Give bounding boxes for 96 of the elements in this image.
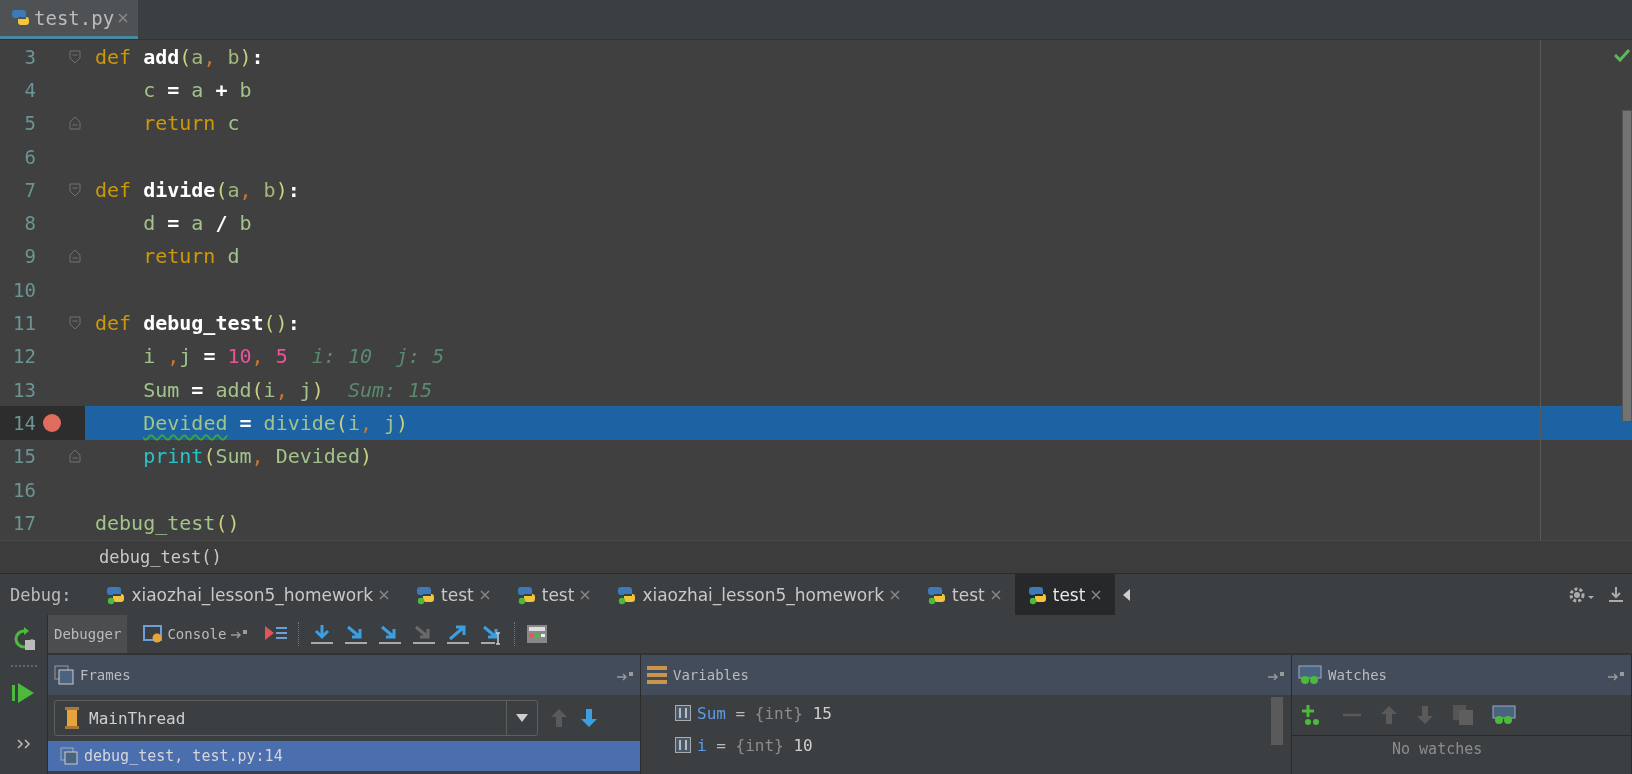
step-into-my-code-icon[interactable] <box>378 623 403 645</box>
debug-session-tab[interactable]: xiaozhai_lesson5_homework <box>604 574 915 615</box>
python-icon <box>1026 584 1047 605</box>
line-number: 6 <box>23 145 36 168</box>
scrollbar[interactable] <box>1622 110 1632 422</box>
code-line: i ,j = 10, 5 i: 10 j: 5 <box>142 344 445 369</box>
line-number: 17 <box>12 511 36 534</box>
step-out-icon[interactable] <box>446 623 471 645</box>
code-line: d = a / b <box>142 211 252 236</box>
console-icon <box>143 625 164 643</box>
frame-row[interactable]: debug_test, test.py:14 <box>48 741 640 771</box>
variables-icon <box>647 666 667 684</box>
thread-dropdown[interactable]: MainThread <box>54 700 538 736</box>
python-icon <box>10 8 30 28</box>
dropdown-arrow-icon <box>516 714 528 722</box>
debug-session-tab[interactable]: test <box>403 574 504 615</box>
debug-session-tab[interactable]: xiaozhai_lesson5_homework <box>93 574 404 615</box>
line-number: 9 <box>23 245 36 268</box>
resume-icon[interactable] <box>11 681 36 705</box>
line-number: 12 <box>12 345 36 368</box>
close-icon[interactable] <box>479 589 490 600</box>
fold-icon[interactable] <box>69 182 81 197</box>
line-number: 7 <box>23 178 36 201</box>
pin-icon[interactable] <box>230 629 249 639</box>
spool-icon <box>65 707 79 729</box>
line-number: 16 <box>12 478 36 501</box>
code-line: def debug_test(): <box>94 311 300 335</box>
copy-icon[interactable] <box>1452 704 1474 726</box>
code-line: def add(a, b): <box>94 44 264 69</box>
close-icon[interactable] <box>1091 589 1102 600</box>
glasses-icon[interactable] <box>1492 705 1516 725</box>
minimize-icon[interactable] <box>1608 584 1624 605</box>
scroll-left-icon[interactable] <box>1123 588 1132 601</box>
python-icon <box>415 584 436 605</box>
line-number: 13 <box>12 378 36 401</box>
variable-entry[interactable]: Sum = {int} 15 <box>697 703 832 723</box>
python-icon <box>515 584 536 605</box>
frame-icon <box>60 747 78 765</box>
close-icon[interactable] <box>890 589 901 600</box>
debug-session-tab[interactable]: test <box>1014 574 1116 615</box>
more-icon[interactable] <box>16 739 31 749</box>
line-number: 4 <box>23 78 36 101</box>
variable-icon <box>675 705 691 721</box>
force-step-into-icon[interactable] <box>412 623 437 645</box>
code-line: def divide(a, b): <box>94 177 300 202</box>
down-arrow-icon[interactable] <box>580 708 598 728</box>
panel-title: Frames <box>80 667 131 683</box>
variable-icon <box>675 737 691 753</box>
debug-session-tab[interactable]: test <box>914 574 1015 615</box>
view-tab[interactable]: Console <box>137 615 255 653</box>
code-line: c = a + b <box>142 77 252 102</box>
close-icon[interactable] <box>580 589 591 600</box>
empty-message: No watches <box>1391 739 1484 758</box>
close-icon[interactable] <box>118 13 129 23</box>
line-number: 10 <box>12 278 36 301</box>
python-icon <box>616 584 637 605</box>
breadcrumb[interactable]: debug_test() <box>99 547 222 567</box>
check-icon <box>1614 48 1630 64</box>
line-number: 5 <box>23 112 36 135</box>
line-number: 8 <box>23 212 36 235</box>
pin-icon[interactable] <box>1267 670 1285 681</box>
fold-icon[interactable] <box>69 116 81 131</box>
pin-icon[interactable] <box>1607 670 1625 681</box>
line-number: 15 <box>12 445 36 468</box>
panel-title: Watches <box>1328 667 1387 683</box>
step-over-icon[interactable] <box>310 623 335 645</box>
scrollbar[interactable] <box>1271 697 1283 745</box>
code-line: debug_test() <box>94 510 240 535</box>
view-tab[interactable]: Debugger <box>48 615 128 653</box>
panel-title: Variables <box>673 667 749 683</box>
debug-session-tab[interactable]: test <box>503 574 605 615</box>
debug-label: Debug: <box>9 583 73 607</box>
calculator-icon[interactable] <box>526 624 549 644</box>
python-icon <box>926 584 947 605</box>
breakpoint-icon[interactable] <box>42 412 62 433</box>
fold-icon[interactable] <box>69 49 81 64</box>
step-into-icon[interactable] <box>344 623 369 645</box>
code-line: return d <box>142 244 240 269</box>
editor-tab[interactable]: test.py <box>0 0 139 39</box>
close-icon[interactable] <box>990 589 1001 600</box>
code-line: Sum = add(i, j) Sum: 15 <box>142 377 433 402</box>
code-line: print(Sum, Devided) <box>142 444 372 469</box>
fold-icon[interactable] <box>69 449 81 464</box>
pin-icon[interactable] <box>616 670 634 681</box>
frames-icon <box>54 665 74 685</box>
code-line: Devided = divide(i, j) <box>142 410 409 435</box>
fold-icon[interactable] <box>69 249 81 264</box>
line-number: 11 <box>12 312 36 334</box>
variable-entry[interactable]: i = {int} 10 <box>697 735 813 755</box>
code-line: return c <box>142 111 240 136</box>
fold-icon[interactable] <box>69 316 81 330</box>
close-icon[interactable] <box>379 589 390 600</box>
python-icon <box>105 584 126 605</box>
line-number: 3 <box>23 45 36 68</box>
line-number: 14 <box>12 411 36 434</box>
glasses-icon <box>1298 665 1322 685</box>
